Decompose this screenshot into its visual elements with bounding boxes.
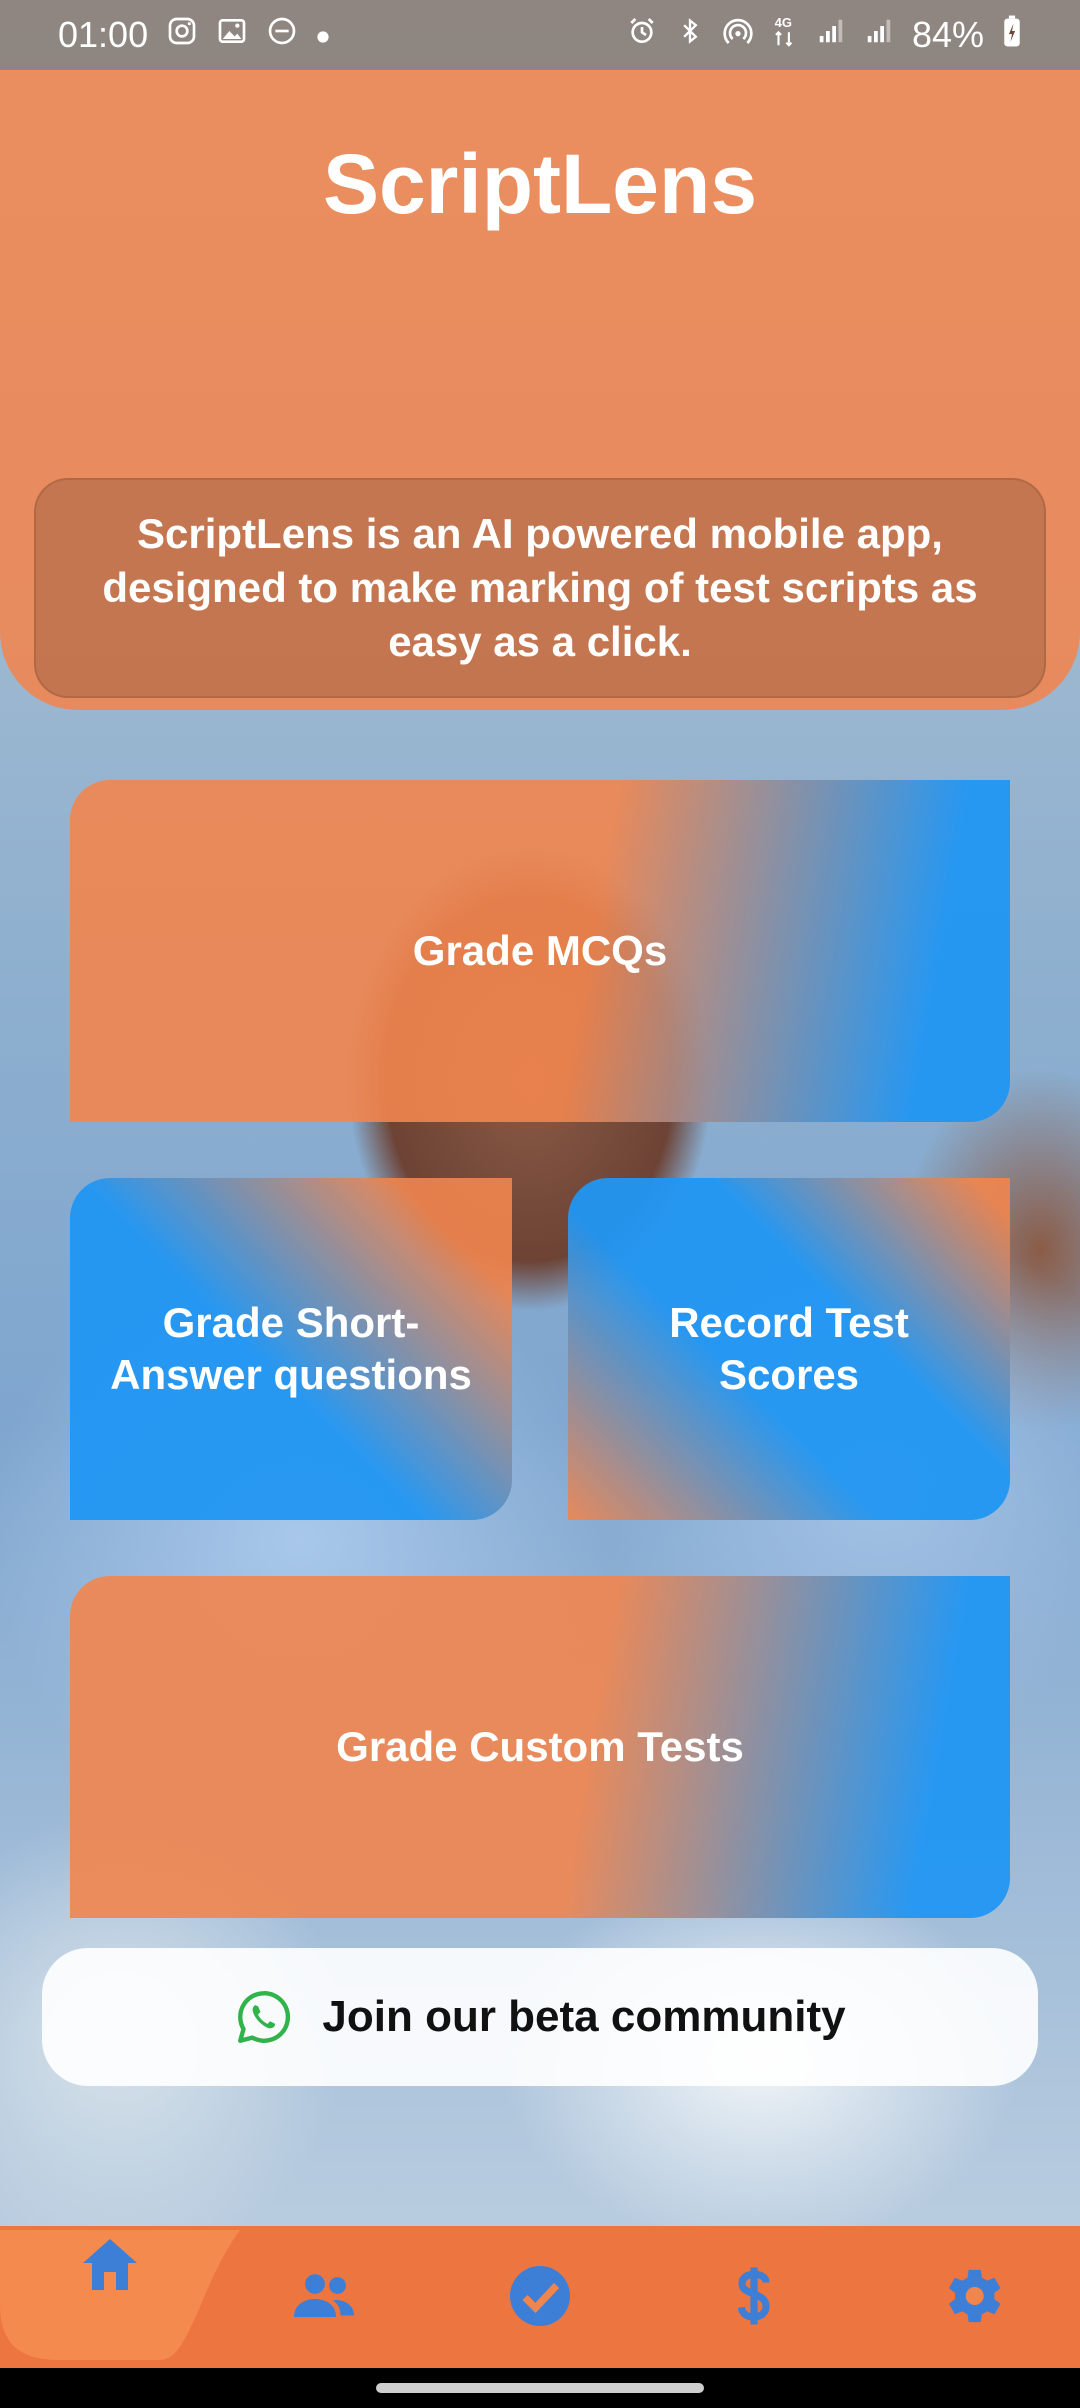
data-4g-icon: 4G <box>772 14 798 56</box>
nav-people-button[interactable] <box>276 2248 372 2344</box>
app-title: ScriptLens <box>322 137 758 231</box>
dnd-icon <box>266 15 298 55</box>
gear-icon <box>948 2269 1001 2323</box>
signal-icon <box>864 16 894 54</box>
join-community-label: Join our beta community <box>322 1992 846 2041</box>
nav-pricing-button[interactable] <box>706 2248 802 2344</box>
nav-home-button[interactable] <box>62 2218 158 2314</box>
grade-custom-tests-button[interactable]: Grade Custom Tests <box>70 1576 1010 1918</box>
dot-icon <box>316 18 330 52</box>
alarm-icon <box>626 15 658 55</box>
battery-percent: 84% <box>911 14 984 55</box>
app-description: ScriptLens is an AI powered mobile app, … <box>102 510 978 665</box>
record-test-scores-button[interactable]: Record Test Scores <box>568 1178 1010 1520</box>
instagram-icon <box>166 15 198 55</box>
status-bar-left: 01:00 <box>58 14 330 56</box>
nav-grade-button[interactable] <box>492 2248 588 2344</box>
people-icon <box>294 2274 354 2317</box>
status-bar-right: 4G 84% <box>626 14 1022 56</box>
home-indicator[interactable] <box>376 2383 704 2393</box>
grade-mcqs-label: Grade MCQs <box>412 927 668 974</box>
join-community-button[interactable]: Join our beta community <box>42 1948 1038 2086</box>
home-icon <box>83 2239 137 2290</box>
dollar-icon <box>737 2267 770 2325</box>
grade-mcqs-button[interactable]: Grade MCQs <box>70 780 1010 1122</box>
bluetooth-icon <box>676 15 704 55</box>
grade-short-answer-label: Grade Short-Answer questions <box>110 1299 472 1398</box>
battery-icon <box>1002 14 1022 56</box>
check-circle-icon <box>510 2266 570 2326</box>
status-bar: 01:00 4G 84% <box>0 0 1080 70</box>
signal-icon <box>816 16 846 54</box>
hotspot-icon <box>722 15 754 55</box>
description-box: ScriptLens is an AI powered mobile app, … <box>34 478 1046 698</box>
nav-settings-button[interactable] <box>924 2248 1020 2344</box>
gallery-icon <box>216 15 248 55</box>
grade-short-answer-button[interactable]: Grade Short-Answer questions <box>70 1178 512 1520</box>
record-test-scores-label: Record Test Scores <box>669 1299 909 1398</box>
svg-text:4G: 4G <box>775 15 792 30</box>
whatsapp-icon <box>234 1987 294 2047</box>
status-time: 01:00 <box>58 14 149 55</box>
grade-custom-tests-label: Grade Custom Tests <box>336 1723 744 1770</box>
